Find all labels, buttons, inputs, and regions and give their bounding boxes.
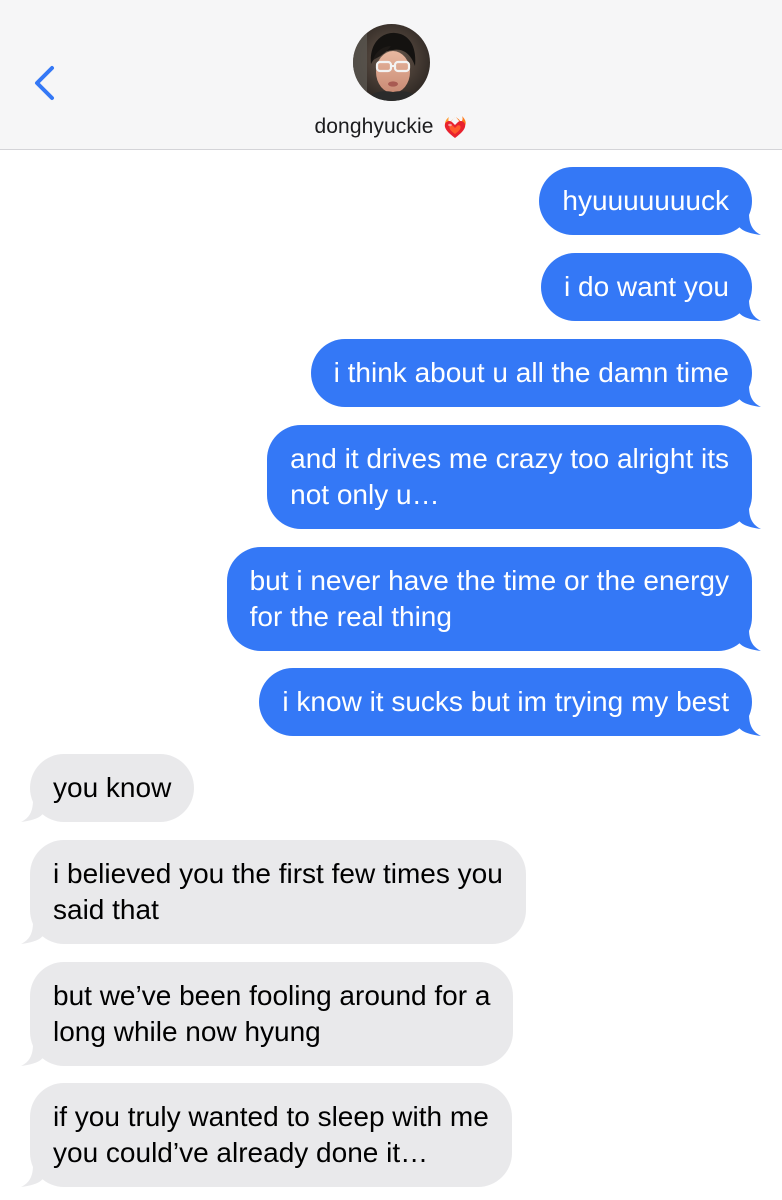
bubble-tail	[737, 629, 761, 651]
bubble-tail	[21, 1165, 45, 1187]
message-text-line: i believed you the first few times you	[53, 858, 503, 889]
sent-message-bubble[interactable]: i do want you	[541, 253, 761, 321]
heart-on-fire-icon	[444, 116, 466, 138]
message-text-line: you could’ve already done it…	[53, 1137, 429, 1168]
sent-message-bubble[interactable]: i know it sucks but im trying my best	[259, 668, 761, 736]
bubble-tail	[737, 714, 761, 736]
received-message-bubble[interactable]: you know	[21, 754, 195, 822]
received-message-bubble[interactable]: but we’ve been fooling around for a long…	[21, 962, 514, 1066]
message-text-line: you know	[53, 772, 172, 803]
bubble-tail	[737, 507, 761, 529]
message-text-line: said that	[53, 894, 159, 925]
bubble-tail	[737, 213, 761, 235]
message-text-line: hyuuuuuuuck	[562, 185, 729, 216]
message-text-line: but we’ve been fooling around for a	[53, 980, 491, 1011]
bubble-tail	[21, 922, 45, 944]
sent-message-bubble[interactable]: but i never have the time or the energy …	[226, 547, 761, 651]
sent-message-bubble[interactable]: hyuuuuuuuck	[539, 167, 761, 235]
bubble-tail	[737, 299, 761, 321]
message-text-line: i think about u all the damn time	[333, 357, 729, 388]
conversation-header: donghyuckie	[0, 0, 782, 150]
received-message-bubble[interactable]: if you truly wanted to sleep with me you…	[21, 1083, 512, 1187]
chevron-left-icon	[35, 66, 54, 100]
avatar[interactable]	[353, 24, 430, 101]
received-message-bubble[interactable]: i believed you the first few times you s…	[21, 840, 526, 944]
sent-message-bubble[interactable]: i think about u all the damn time	[310, 339, 761, 407]
message-text-line: for the real thing	[249, 601, 452, 632]
message-text-line: i know it sucks but im trying my best	[282, 686, 729, 717]
contact-photo	[353, 24, 430, 101]
message-text-line: i do want you	[564, 271, 729, 302]
back-button[interactable]	[22, 58, 66, 108]
bubble-tail	[21, 800, 45, 822]
message-text-line: if you truly wanted to sleep with me	[53, 1101, 489, 1132]
contact-name: donghyuckie	[314, 115, 434, 138]
message-thread[interactable]: hyuuuuuuuck i do want you i think about …	[0, 150, 782, 1200]
message-text-line: long while now hyung	[53, 1016, 321, 1047]
bubble-tail	[737, 385, 761, 407]
bubble-tail	[21, 1044, 45, 1066]
message-text-line: but i never have the time or the energy	[249, 565, 729, 596]
message-text-line: and it drives me crazy too alright its	[290, 443, 729, 474]
sent-message-bubble[interactable]: and it drives me crazy too alright its n…	[267, 425, 761, 529]
message-text-line: not only u…	[290, 479, 440, 510]
contact-name-button[interactable]: donghyuckie	[0, 112, 782, 142]
